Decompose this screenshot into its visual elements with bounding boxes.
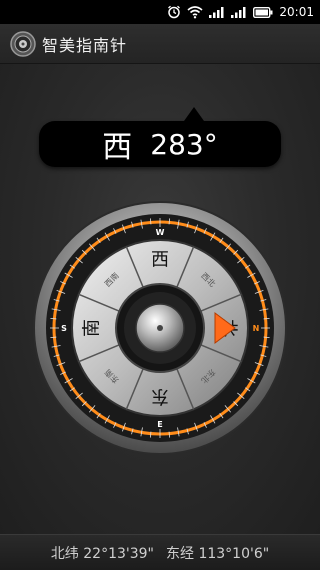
- location-bar: 北纬 22°13'39" 东经 113°10'6": [0, 534, 320, 570]
- tick-mark: [150, 431, 152, 438]
- alarm-icon: [167, 5, 181, 19]
- tick-mark: [263, 318, 270, 320]
- ring-letter-n: N: [253, 324, 260, 333]
- ring-letter-s: S: [61, 324, 67, 333]
- ring-letter-e: E: [157, 420, 162, 429]
- tick-mark: [168, 431, 170, 438]
- tick-mark: [50, 318, 57, 320]
- app-title: 智美指南针: [42, 35, 128, 55]
- compass-app-icon[interactable]: [10, 30, 36, 57]
- longitude-label: 东经 113°10'6": [166, 545, 270, 562]
- sector-label: 东: [151, 386, 169, 407]
- heading-display: 西 283°: [39, 107, 281, 167]
- latitude-label: 北纬 22°13'39": [50, 545, 154, 562]
- heading-direction: 西: [102, 130, 133, 165]
- ring-letter-w: W: [156, 228, 165, 237]
- heading-degrees: 283°: [150, 127, 218, 161]
- tick-mark: [263, 336, 270, 338]
- tick-mark: [50, 336, 57, 338]
- signal-1-icon: [209, 5, 225, 19]
- compass-dial: WNES 西西北北东北东东南南西南: [33, 201, 287, 455]
- battery-icon: [253, 5, 273, 19]
- status-bar: 20:01: [0, 0, 320, 24]
- tick-mark: [150, 218, 152, 225]
- signal-2-icon: [231, 5, 247, 19]
- wifi-icon: [187, 5, 203, 19]
- status-time: 20:01: [279, 5, 314, 19]
- tick-mark: [168, 218, 170, 225]
- app-bar: 智美指南针: [0, 24, 320, 64]
- sector-label: 南: [82, 319, 103, 337]
- sector-label: 西: [151, 250, 169, 271]
- compass-view: 西 283° W N E S 西 西北 东北 东 东南 南 西南: [0, 64, 320, 534]
